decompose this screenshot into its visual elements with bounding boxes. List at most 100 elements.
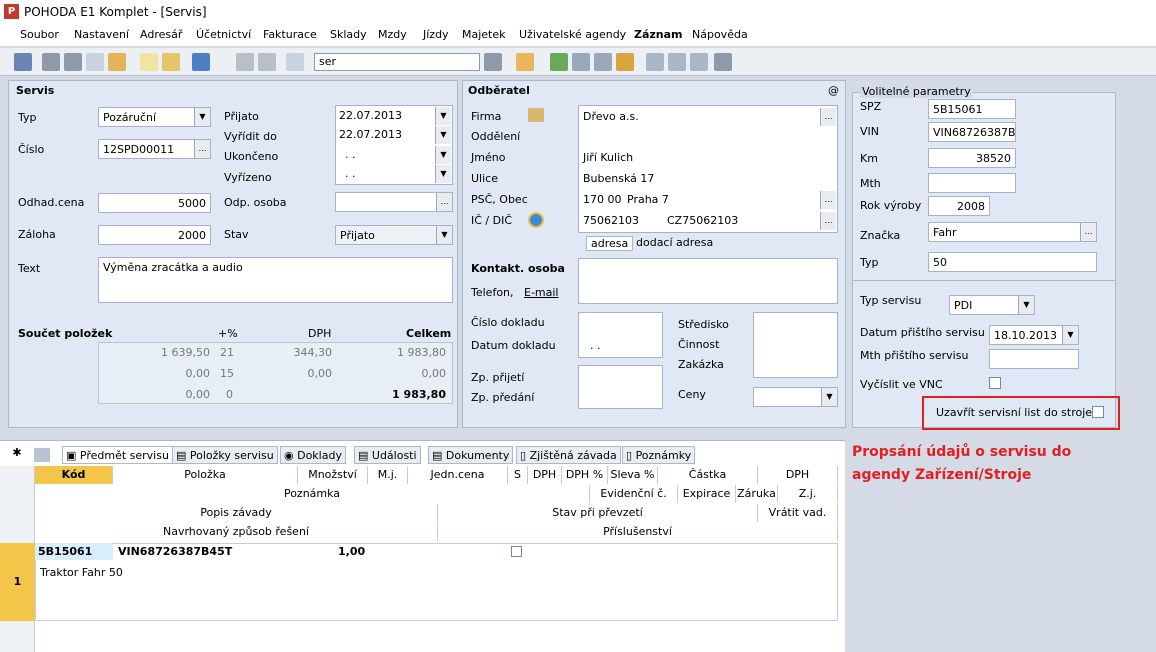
tag-icon[interactable] bbox=[550, 53, 568, 71]
list2-icon[interactable] bbox=[668, 53, 686, 71]
ukonceno-value[interactable]: . . bbox=[345, 148, 356, 161]
print-setup-icon[interactable] bbox=[64, 53, 82, 71]
typ-select[interactable]: Pozáruční ▼ bbox=[98, 107, 211, 127]
col-s[interactable]: S bbox=[508, 466, 528, 484]
stredisko-box[interactable] bbox=[753, 312, 838, 378]
col-vratit[interactable]: Vrátit vad. díly bbox=[758, 504, 838, 536]
odp-osoba-input[interactable]: … bbox=[335, 192, 453, 212]
vyridit-value[interactable]: 22.07.2013 bbox=[339, 128, 402, 141]
rok-input[interactable]: 2008 bbox=[928, 196, 990, 216]
internet-icon[interactable] bbox=[528, 212, 544, 228]
col-dph-pct[interactable]: DPH % bbox=[562, 466, 608, 484]
col-castka[interactable]: Částka bbox=[658, 466, 758, 484]
filter-icon[interactable] bbox=[484, 53, 502, 71]
dic-value[interactable]: CZ75062103 bbox=[667, 214, 738, 227]
obec-value[interactable]: Praha 7 bbox=[627, 193, 669, 206]
psc-value[interactable]: 170 00 bbox=[583, 193, 622, 206]
menu-napoveda[interactable]: Nápověda bbox=[692, 28, 748, 41]
chevron-down-icon[interactable]: ▼ bbox=[436, 226, 452, 244]
col-jedn-cena[interactable]: Jedn.cena bbox=[408, 466, 508, 484]
calendar-icon[interactable]: ▼ bbox=[1062, 326, 1078, 344]
ellipsis-icon[interactable]: … bbox=[820, 108, 836, 126]
menu-uzivatelske-agendy[interactable]: Uživatelské agendy bbox=[519, 28, 626, 41]
row-number[interactable]: 1 bbox=[0, 543, 35, 621]
stav-select[interactable]: Přijato ▼ bbox=[335, 225, 453, 245]
text-area[interactable]: Výměna zracátka a audio bbox=[98, 257, 453, 303]
tab-predmet-servisu[interactable]: ▣ Předmět servisu bbox=[62, 446, 173, 464]
asterisk-icon[interactable]: ✱ bbox=[4, 446, 30, 464]
col-dph2[interactable]: DPH bbox=[758, 466, 838, 484]
col-mj[interactable]: M.j. bbox=[368, 466, 408, 484]
menu-sklady[interactable]: Sklady bbox=[330, 28, 367, 41]
col-polozka[interactable]: Položka bbox=[113, 466, 298, 484]
exit-icon[interactable] bbox=[14, 53, 32, 71]
ellipsis-icon[interactable]: … bbox=[194, 140, 210, 158]
col-expirace[interactable]: Expirace bbox=[678, 485, 736, 503]
ellipsis-icon[interactable]: … bbox=[1080, 223, 1096, 241]
menu-zaznam[interactable]: Záznam bbox=[634, 28, 683, 41]
typ-servisu-select[interactable]: PDI ▼ bbox=[949, 295, 1035, 315]
tab-polozky-servisu[interactable]: ▤ Položky servisu bbox=[172, 446, 278, 464]
row-polozka[interactable]: VIN68726387B45T bbox=[118, 545, 232, 558]
zaloha-input[interactable]: 2000 bbox=[98, 225, 211, 245]
firma-value[interactable]: Dřevo a.s. bbox=[583, 110, 639, 123]
col-zj[interactable]: Z.j. bbox=[778, 485, 838, 503]
folder-icon[interactable] bbox=[516, 53, 534, 71]
col-sleva[interactable]: Sleva % bbox=[608, 466, 658, 484]
datum-dokladu-value[interactable]: . . bbox=[590, 339, 601, 352]
menu-ucetnictvi[interactable]: Účetnictví bbox=[196, 28, 251, 41]
mth-input[interactable] bbox=[928, 173, 1016, 193]
vyrizeno-value[interactable]: . . bbox=[345, 167, 356, 180]
email-label[interactable]: E-mail bbox=[524, 286, 559, 299]
tab-udalosti[interactable]: ▤ Události bbox=[354, 446, 421, 464]
row-kod[interactable]: 5B15061 bbox=[38, 545, 92, 558]
list3-icon[interactable] bbox=[690, 53, 708, 71]
km-input[interactable]: 38520 bbox=[928, 148, 1016, 168]
address-book-icon[interactable] bbox=[528, 108, 544, 122]
chevron-down-icon[interactable]: ▼ bbox=[1018, 296, 1034, 314]
table-icon[interactable] bbox=[572, 53, 590, 71]
menu-nastaveni[interactable]: Nastavení bbox=[74, 28, 129, 41]
prijato-value[interactable]: 22.07.2013 bbox=[339, 109, 402, 122]
print-icon[interactable] bbox=[42, 53, 60, 71]
typ-stroj-input[interactable]: 50 bbox=[928, 252, 1097, 272]
preview-icon[interactable] bbox=[86, 53, 104, 71]
chevron-down-icon[interactable]: ▼ bbox=[821, 388, 837, 406]
vnc-checkbox[interactable] bbox=[989, 377, 1001, 389]
menu-adresar[interactable]: Adresář bbox=[140, 28, 182, 41]
tab-poznamky[interactable]: ▯ Poznámky bbox=[622, 446, 696, 464]
calendar-icon[interactable]: ▼ bbox=[435, 107, 451, 125]
calendar-icon[interactable]: ▼ bbox=[435, 165, 451, 183]
col-evidencni[interactable]: Evidenční č. bbox=[590, 485, 678, 503]
datum-pristiho-input[interactable]: 18.10.2013 ▼ bbox=[989, 325, 1079, 345]
new-record-icon[interactable] bbox=[140, 53, 158, 71]
chevron-down-icon[interactable]: ▼ bbox=[194, 108, 210, 126]
edit-icon[interactable] bbox=[162, 53, 180, 71]
coins-icon[interactable] bbox=[616, 53, 634, 71]
menu-mzdy[interactable]: Mzdy bbox=[378, 28, 407, 41]
cancel-icon[interactable] bbox=[258, 53, 276, 71]
filter-icon[interactable] bbox=[34, 448, 50, 462]
col-kod[interactable]: Kód bbox=[35, 466, 113, 484]
agenda-search-input[interactable]: ser bbox=[314, 53, 480, 71]
ellipsis-icon[interactable]: … bbox=[436, 193, 452, 211]
ellipsis-icon[interactable]: … bbox=[820, 191, 836, 209]
tab-adresa[interactable]: adresa bbox=[586, 236, 634, 251]
col-stav-prevzeti[interactable]: Stav při převzetí bbox=[438, 504, 758, 522]
ulice-value[interactable]: Bubenská 17 bbox=[583, 172, 654, 185]
col-prislusenstvi[interactable]: Příslušenství bbox=[438, 523, 838, 541]
list-icon[interactable] bbox=[646, 53, 664, 71]
menu-majetek[interactable]: Majetek bbox=[462, 28, 506, 41]
tools-icon[interactable] bbox=[714, 53, 732, 71]
jmeno-value[interactable]: Jiří Kulich bbox=[583, 151, 633, 164]
tab-dokumenty[interactable]: ▤ Dokumenty bbox=[428, 446, 514, 464]
row-mnozstvi[interactable]: 1,00 bbox=[338, 545, 365, 558]
col-poznamka[interactable]: Poznámka bbox=[35, 485, 590, 503]
row-poznamka[interactable]: Traktor Fahr 50 bbox=[40, 566, 123, 579]
back-icon[interactable] bbox=[192, 53, 210, 71]
calculator-icon[interactable] bbox=[594, 53, 612, 71]
spz-input[interactable]: 5B15061 bbox=[928, 99, 1016, 119]
vin-input[interactable]: VIN68726387B4 bbox=[928, 122, 1016, 142]
export-icon[interactable] bbox=[108, 53, 126, 71]
cislo-input[interactable]: 12SPD00011… bbox=[98, 139, 211, 159]
